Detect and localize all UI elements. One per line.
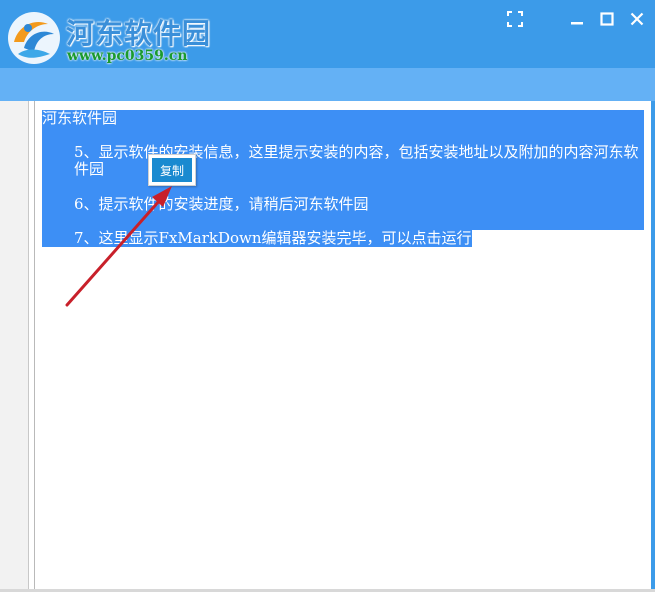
log-line-5: 5、显示软件的安装信息，这里提示安装的内容，包括安装地址以及附加的内容河东软件园 <box>42 144 644 196</box>
toolbar-band <box>0 68 655 101</box>
logo-url: www.pc0359.cn <box>67 48 188 64</box>
copy-menu-item[interactable]: 复制 <box>152 158 192 182</box>
logo-icon <box>8 12 60 64</box>
close-button[interactable] <box>626 8 648 30</box>
context-menu: 复制 <box>148 154 196 186</box>
content-title: 河东软件园 <box>42 110 644 144</box>
left-divider <box>29 101 35 592</box>
fullscreen-button[interactable] <box>504 8 526 30</box>
title-bar: 河东软件园 www.pc0359.cn <box>0 0 655 68</box>
maximize-button[interactable] <box>596 8 618 30</box>
left-sidebar <box>0 101 29 592</box>
logo-title: 河东软件园 <box>66 17 212 50</box>
install-log-text[interactable]: 河东软件园 5、显示软件的安装信息，这里提示安装的内容，包括安装地址以及附加的内… <box>42 110 644 247</box>
close-icon <box>630 12 644 26</box>
minimize-button[interactable] <box>566 8 588 30</box>
log-line-6: 6、提示软件的安装进度，请稍后河东软件园 <box>42 196 644 230</box>
log-line-7: 7、这里显示FxMarkDown编辑器安装完毕，可以点击运行 <box>42 230 472 247</box>
fullscreen-icon <box>507 11 523 27</box>
maximize-icon <box>600 12 614 26</box>
minimize-icon <box>571 22 583 25</box>
right-border <box>651 101 655 592</box>
